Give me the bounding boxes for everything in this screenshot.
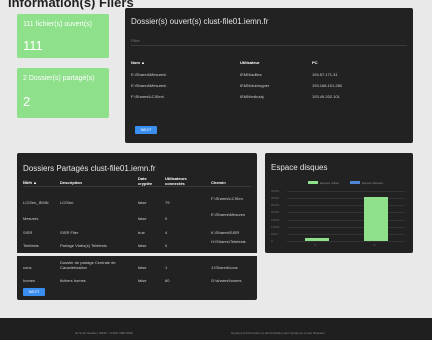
cell-crypted: false (138, 216, 147, 221)
cell-user: IEMN\adlies (240, 72, 262, 77)
shares-col-description-header[interactable]: Description (60, 180, 82, 185)
y-tick-label: 20000 (271, 210, 280, 215)
y-tick-label: 10000 (271, 224, 280, 229)
cell-name: F:\Shares\LCISen\ (131, 94, 164, 99)
cell-users: 1 (165, 265, 168, 270)
cell-path: J:\Shared\cons (211, 265, 238, 270)
cell-path: G:\shares\homes (211, 278, 242, 283)
cell-pc: 193.168.101.280 (312, 83, 343, 88)
cell-users: 79 (165, 200, 170, 205)
page-separator (17, 253, 257, 256)
cell-description: LCISen (60, 200, 74, 205)
disk-panel: Espace disques Espace Utilisé Espace Res… (265, 153, 413, 253)
disk-chart: 0 5000 10000 15000 20000 25000 30000 35000 F: E: (265, 153, 413, 253)
cell-users: 4 (165, 230, 168, 235)
x-tick-label: F: (314, 243, 318, 247)
cell-description: SISR Filer (60, 230, 79, 235)
cell-name: E:\Shared\Mesures\ (131, 72, 167, 77)
open-files-filter-input[interactable]: Filter (131, 38, 140, 43)
cell-name: Teletests (23, 243, 39, 248)
shares-col-name-header[interactable]: Nom ▲ (23, 180, 37, 185)
bar-used-1[interactable] (363, 196, 388, 241)
y-tick-label: 35000 (271, 189, 280, 193)
shares-col-crypted-header[interactable]: Date cryptée (138, 176, 156, 186)
chart-gridline (287, 241, 405, 242)
footer-credit: du Smal Gautier | IEMN - CNRS UMR 8520 (75, 331, 133, 335)
cell-description: fichiers homes (60, 278, 86, 283)
shares-col-path-header[interactable]: Chemin (211, 180, 226, 185)
cell-user: IEMN\dubrugner (240, 83, 270, 88)
chart-gridline (287, 191, 405, 192)
cell-name: homes (23, 278, 36, 283)
shared-folders-count: 2 (23, 94, 31, 109)
open-files-label: 111 fichier(s) ouvert(s) (23, 21, 92, 28)
cell-path: E:\Shares\Mesures (211, 212, 246, 217)
cell-name: cons (23, 265, 32, 270)
open-files-title: Dossier(s) ouvert(s) clust-file01.iemn.f… (131, 17, 269, 26)
open-files-panel: Dossier(s) ouvert(s) clust-file01.iemn.f… (125, 8, 413, 143)
y-tick-label: 30000 (271, 196, 280, 201)
cell-crypted: true (138, 230, 145, 235)
cell-crypted: false (138, 243, 147, 248)
shares-next-button[interactable]: NEXT (23, 288, 45, 296)
cell-users: 0 (165, 216, 168, 221)
shared-folders-label: 2 Dossier(s) partagé(s) (23, 75, 95, 82)
cell-users: 0 (165, 243, 168, 248)
cell-name: Mesures (23, 216, 39, 221)
cell-path: H:\Shares\Teletests (211, 239, 246, 244)
footer: du Smal Gautier | IEMN - CNRS UMR 8520 S… (0, 318, 432, 340)
filter-underline (131, 45, 407, 46)
cell-path: F:\Shares\LCISen (211, 196, 243, 201)
open-files-tile[interactable]: 111 fichier(s) ouvert(s) 111 (17, 14, 109, 58)
cell-path: K:\Shared\SISR (211, 230, 240, 235)
y-tick-label: 25000 (271, 203, 280, 208)
page-title: Information(s) Fliers (8, 0, 134, 10)
shared-folders-tile[interactable]: 2 Dossier(s) partagé(s) 2 (17, 68, 109, 118)
cell-crypted: false (138, 200, 147, 205)
col-name-header[interactable]: Nom ▲ (131, 60, 145, 65)
col-pc-header[interactable]: PC (312, 60, 318, 65)
cell-name: LCISen_IEMN (23, 200, 49, 205)
cell-pc: 194.57.171.31 (312, 72, 338, 77)
filter-underline (23, 186, 251, 187)
footer-department: Système d'information et administration … (231, 331, 325, 335)
cell-user: IEMN\mikolaj (240, 94, 264, 99)
open-files-next-button[interactable]: NEXT (135, 126, 157, 134)
shares-title: Dossiers Partagés clust-file01.iemn.fr (23, 164, 156, 173)
cell-crypted: false (138, 278, 147, 283)
cell-description: Partage Vidéo(s) Teletests (60, 243, 107, 248)
open-files-count: 111 (23, 38, 43, 53)
cell-pc: 193.49.202.101 (312, 94, 340, 99)
cell-description: Dossier de partage Centrale de Caractéri… (60, 260, 116, 270)
cell-crypted: false (138, 265, 147, 270)
cell-name: E:\Shared\Mesures\ (131, 83, 167, 88)
cell-users: 60 (165, 278, 170, 283)
y-tick-label: 5000 (271, 231, 278, 236)
bar-used-0[interactable] (304, 238, 329, 241)
y-tick-label: 15000 (271, 217, 280, 222)
y-tick-label: 0 (271, 239, 273, 243)
shares-col-users-header[interactable]: Utilisateurs connectés (165, 176, 191, 186)
x-tick-label: E: (373, 243, 377, 247)
col-user-header[interactable]: Utilisateur (240, 60, 260, 65)
cell-name: SISR (23, 230, 33, 235)
